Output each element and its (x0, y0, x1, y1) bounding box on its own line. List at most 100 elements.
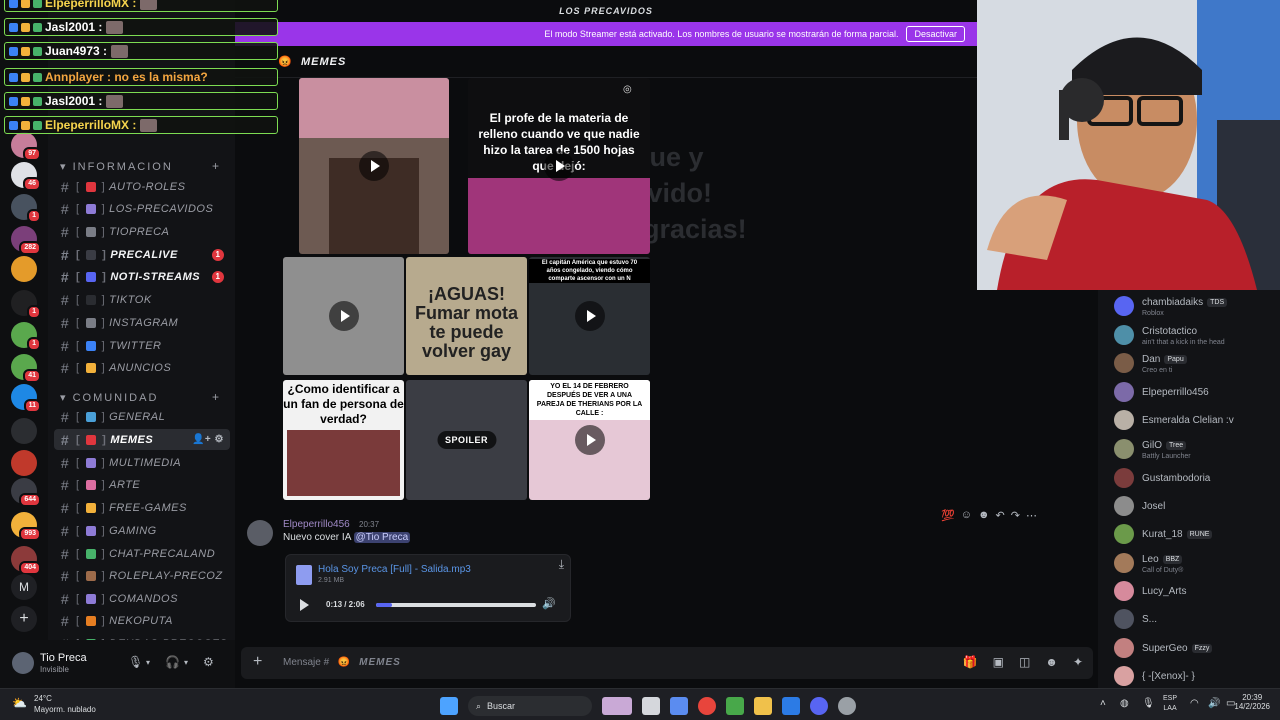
member-item[interactable]: Josel (1114, 492, 1280, 520)
headphones-icon[interactable]: 🎧 (165, 655, 180, 669)
channel-multimedia[interactable]: # [] MULTIMEDIA (54, 452, 230, 473)
media-video[interactable] (283, 257, 404, 375)
server-icon[interactable]: 282 (11, 226, 41, 255)
store-icon[interactable] (782, 697, 800, 715)
member-item[interactable]: { -[Xenox]- } (1114, 662, 1280, 688)
microphone-icon[interactable]: 🎙 (128, 655, 143, 669)
channel-settings-icon[interactable]: 👤+ ⚙ (192, 434, 224, 445)
message-author[interactable]: Elpeperrillo456 (283, 519, 350, 530)
channel-roleplay-precoz[interactable]: # [] ROLEPLAY-PRECOZ (54, 565, 230, 586)
task-view-icon[interactable] (642, 697, 660, 715)
media-video[interactable]: El capitán América que estuvo 70 años co… (529, 257, 650, 375)
member-item[interactable]: GilO Tree Battly Launcher (1114, 435, 1280, 463)
member-item[interactable]: SuperGeo Fzzy (1114, 634, 1280, 662)
server-icon[interactable]: 46 (11, 162, 41, 191)
member-item[interactable]: Elpeperrillo456 (1114, 378, 1280, 406)
copilot-icon[interactable] (670, 697, 688, 715)
server-icon[interactable]: M (11, 574, 37, 600)
play-icon[interactable] (328, 301, 359, 331)
server-icon[interactable]: 97 (11, 132, 41, 161)
channel-anuncios[interactable]: # [] ANUNCIOS (54, 357, 230, 378)
channel-tiktok[interactable]: # [] TIKTOK (54, 289, 230, 310)
forward-icon[interactable]: ↷ (1011, 509, 1020, 522)
channel-precalive[interactable]: # [] PRECALIVE 1 (54, 244, 230, 265)
gear-icon[interactable]: ⚙ (203, 655, 214, 669)
language-indicator[interactable]: ESP LAA (1163, 694, 1177, 714)
message-composer[interactable]: + Mensaje # 😡 MEMES 🎁 ▣ ◫ ☻ ✦ (241, 647, 1093, 679)
taskbar-search[interactable]: ⌕ Buscar (468, 696, 592, 716)
media-video[interactable]: YO EL 14 DE FEBRERO DESPUÉS DE VER A UNA… (529, 380, 650, 500)
discord-icon[interactable] (810, 697, 828, 715)
member-item[interactable]: Esmeralda Clelian :v (1114, 406, 1280, 434)
server-icon[interactable] (11, 418, 37, 444)
reaction-icon[interactable]: ☺ (961, 509, 972, 521)
apps-icon[interactable]: ✦ (1073, 655, 1083, 669)
reply-icon[interactable]: ↶ (996, 509, 1005, 522)
channel-auto-roles[interactable]: # [] AUTO-ROLES (54, 176, 230, 197)
server-icon[interactable] (11, 256, 37, 282)
channel-tiopreca[interactable]: # [] TIOPRECA (54, 221, 230, 242)
server-icon[interactable]: 644 (11, 478, 41, 507)
reaction-icon[interactable]: 💯 (941, 509, 955, 522)
member-item[interactable]: chambiadaiks TDS Roblox (1114, 292, 1280, 320)
server-icon[interactable]: 1 (11, 322, 41, 351)
more-icon[interactable]: ⋯ (1026, 509, 1037, 522)
channel-chat-precaland[interactable]: # [] CHAT-PRECALAND (54, 543, 230, 564)
play-icon[interactable] (574, 301, 605, 331)
gift-icon[interactable]: 🎁 (963, 655, 978, 669)
chrome-icon[interactable] (698, 697, 716, 715)
channel-nekoputa[interactable]: # [] NEKOPUTA (54, 610, 230, 631)
channel-arte[interactable]: # [] ARTE (54, 474, 230, 495)
clock[interactable]: 20:39 14/2/2026 (1234, 693, 1270, 711)
file-name[interactable]: Hola Soy Preca [Full] - Salida.mp3 (318, 564, 471, 575)
volume-icon[interactable]: 🔊 (542, 597, 556, 610)
spoiler-media[interactable]: SPOILER (406, 380, 527, 500)
message-avatar[interactable] (247, 520, 273, 546)
server-icon[interactable]: 11 (11, 384, 41, 413)
channel-los-precavidos[interactable]: # [] LOS-PRECAVIDOS (54, 198, 230, 219)
member-item[interactable]: Dan Papu Creo en ti (1114, 349, 1280, 377)
add-reaction-icon[interactable]: ☻ (978, 509, 990, 521)
mention[interactable]: @Tio Preca (353, 532, 411, 543)
media-image[interactable]: ¿Como identificar a un fan de persona de… (283, 380, 404, 500)
category-comunidad[interactable]: ▾ COMUNIDAD + (60, 390, 219, 404)
server-icon[interactable]: 41 (11, 354, 41, 383)
wifi-icon[interactable]: ◠ (1190, 698, 1199, 709)
volume-icon[interactable]: 🔊 (1208, 698, 1220, 709)
server-icon[interactable]: 404 (11, 546, 41, 575)
avatar[interactable] (12, 652, 34, 674)
media-video[interactable]: El profe de la materia de relleno cuando… (468, 78, 650, 254)
xbox-icon[interactable] (726, 697, 744, 715)
server-icon[interactable]: 1 (11, 194, 41, 223)
play-icon[interactable] (574, 425, 605, 455)
category-informacion[interactable]: ▾ INFORMACION + (60, 159, 219, 173)
obs-icon[interactable] (838, 697, 856, 715)
sticker-icon[interactable]: ◫ (1019, 655, 1030, 669)
play-icon[interactable] (359, 151, 389, 181)
download-icon[interactable]: ⤓ (559, 557, 564, 572)
folder-icon[interactable] (754, 697, 772, 715)
gif-icon[interactable]: ▣ (993, 655, 1004, 669)
emoji-icon[interactable]: ☻ (1045, 655, 1058, 669)
tray-app-icon[interactable]: ◍ (1120, 698, 1129, 709)
attach-plus-icon[interactable]: + (253, 653, 262, 671)
microphone-icon[interactable]: 🎙 (1142, 698, 1155, 709)
add-server-icon[interactable]: + (11, 606, 37, 632)
member-item[interactable]: Kurat_18 RUNE (1114, 520, 1280, 548)
tray-chevron-icon[interactable]: ˄ (1100, 698, 1106, 709)
add-channel-icon[interactable]: + (212, 390, 219, 404)
server-icon[interactable] (11, 450, 37, 476)
disable-streamer-button[interactable]: Desactivar (906, 26, 965, 42)
chevron-down-icon[interactable]: ▾ (146, 658, 150, 667)
media-video[interactable] (299, 78, 449, 254)
channel-memes[interactable]: # [] MEMES 👤+ ⚙ (54, 429, 230, 450)
play-icon[interactable] (544, 151, 574, 181)
member-item[interactable]: Leo BBZ Call of Duty® (1114, 549, 1280, 577)
start-icon[interactable] (440, 697, 458, 715)
member-item[interactable]: S... (1114, 605, 1280, 633)
member-item[interactable]: Cristotactico ain't that a kick in the he… (1114, 321, 1280, 349)
add-channel-icon[interactable]: + (212, 159, 219, 173)
channel-comandos[interactable]: # [] COMANDOS (54, 588, 230, 609)
server-icon[interactable]: 1 (11, 290, 41, 319)
channel-twitter[interactable]: # [] TWITTER (54, 335, 230, 356)
